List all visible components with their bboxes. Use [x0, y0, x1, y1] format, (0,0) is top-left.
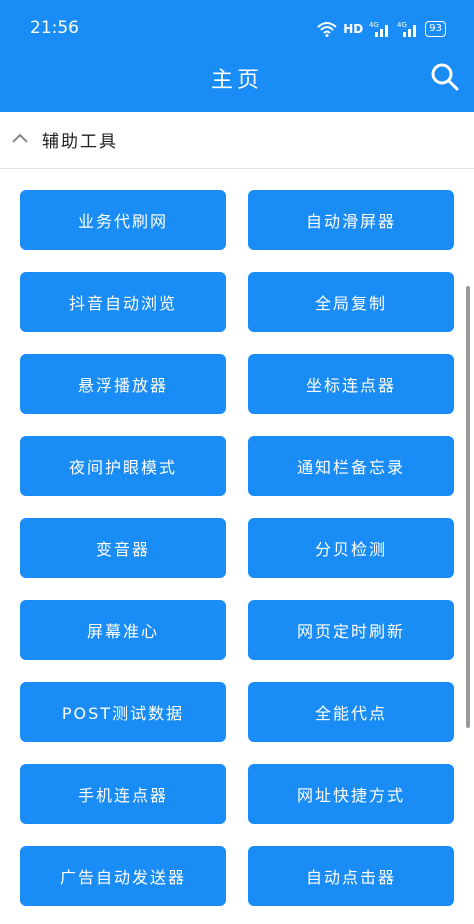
section-title: 辅助工具 — [42, 132, 118, 152]
battery-icon: 93 — [425, 21, 446, 37]
page-title: 主页 — [210, 68, 263, 93]
tool-button[interactable]: 夜间护眼模式 — [20, 436, 226, 496]
signal-icon: 4G — [369, 20, 391, 38]
signal-icon-2: 4G — [397, 20, 419, 38]
tool-button[interactable]: 坐标连点器 — [248, 354, 454, 414]
app-bar: 21:56 HD 4G 4G 93 主页 — [0, 0, 474, 112]
tool-button[interactable]: 业务代刷网 — [20, 190, 226, 250]
scrollbar[interactable] — [466, 286, 470, 728]
tool-button[interactable]: 自动点击器 — [248, 846, 454, 906]
wifi-icon — [317, 21, 337, 37]
tool-button[interactable]: 自动滑屏器 — [248, 190, 454, 250]
tool-button[interactable]: 手机连点器 — [20, 764, 226, 824]
chevron-up-icon — [12, 133, 28, 143]
tool-button[interactable]: 广告自动发送器 — [20, 846, 226, 906]
tool-button[interactable]: 变音器 — [20, 518, 226, 578]
hd-indicator: HD — [343, 22, 364, 36]
tool-button[interactable]: POST测试数据 — [20, 682, 226, 742]
tool-button[interactable]: 全局复制 — [248, 272, 454, 332]
signal-label-2: 4G — [397, 21, 407, 29]
tool-button[interactable]: 分贝检测 — [248, 518, 454, 578]
signal-label-1: 4G — [369, 21, 379, 29]
tool-button[interactable]: 通知栏备忘录 — [248, 436, 454, 496]
status-icons: HD 4G 4G 93 — [317, 18, 446, 40]
tool-button[interactable]: 悬浮播放器 — [20, 354, 226, 414]
tool-grid: 业务代刷网 自动滑屏器 抖音自动浏览 全局复制 悬浮播放器 坐标连点器 夜间护眼… — [0, 176, 474, 924]
tool-button[interactable]: 全能代点 — [248, 682, 454, 742]
tool-button[interactable]: 网页定时刷新 — [248, 600, 454, 660]
tool-button[interactable]: 屏幕准心 — [20, 600, 226, 660]
status-bar: 21:56 HD 4G 4G 93 — [0, 0, 474, 58]
search-icon — [431, 63, 459, 91]
tool-button[interactable]: 抖音自动浏览 — [20, 272, 226, 332]
search-button[interactable] — [430, 62, 460, 92]
status-time: 21:56 — [30, 18, 79, 38]
tool-button[interactable]: 网址快捷方式 — [248, 764, 454, 824]
section-header-tools[interactable]: 辅助工具 — [0, 112, 474, 169]
